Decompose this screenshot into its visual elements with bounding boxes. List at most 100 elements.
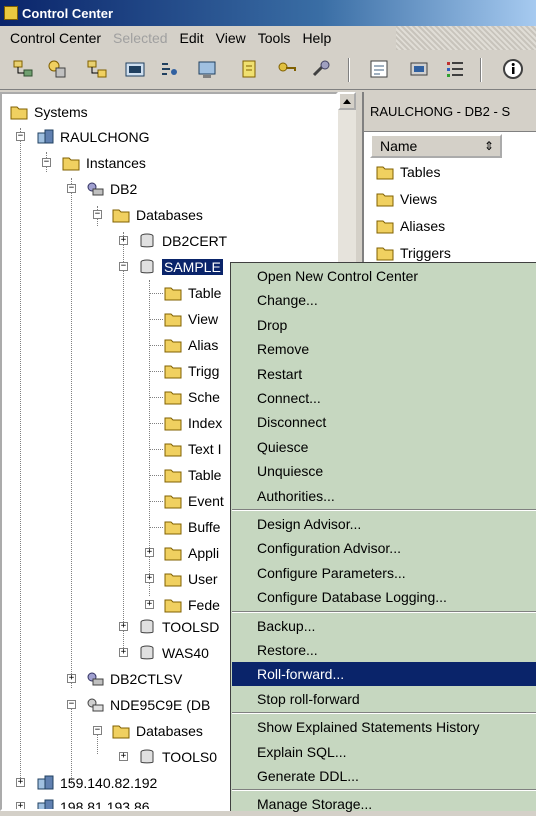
context-menu-item[interactable]: Open New Control Center — [232, 264, 536, 288]
expand-toggle[interactable]: + — [119, 236, 128, 245]
instances-icon[interactable] — [46, 58, 68, 80]
menu-help[interactable]: Help — [296, 30, 337, 46]
tree-node-raulchong[interactable]: RAULCHONG — [36, 125, 149, 149]
tree-node-db2[interactable]: DB2 — [86, 177, 137, 201]
tree-node-tools0[interactable]: TOOLS0 — [138, 745, 217, 769]
window-title-bar[interactable]: Control Center — [0, 0, 536, 26]
expand-toggle[interactable]: + — [16, 802, 25, 809]
tree-label: Table — [188, 285, 222, 301]
expand-toggle[interactable]: + — [145, 600, 154, 609]
column-header-name[interactable]: Name ⇕ — [370, 134, 502, 158]
context-menu-item[interactable]: Configure Parameters... — [232, 561, 536, 585]
context-menu-item[interactable]: Stop roll-forward — [232, 687, 536, 711]
replication-icon[interactable] — [368, 58, 390, 80]
context-menu-item[interactable]: Generate DDL... — [232, 764, 536, 788]
context-menu-item[interactable]: Configure Database Logging... — [232, 585, 536, 609]
tree-label: Text I — [188, 441, 222, 457]
list-item[interactable]: Tables — [364, 158, 536, 185]
tree-node-instances[interactable]: Instances — [62, 151, 146, 175]
list-item[interactable]: Views — [364, 185, 536, 212]
context-menu-item[interactable]: Unquiesce — [232, 459, 536, 483]
list-item[interactable]: Aliases — [364, 212, 536, 239]
expand-toggle[interactable]: + — [145, 548, 154, 557]
script-center-icon[interactable] — [158, 58, 180, 80]
tree-node-databases[interactable]: Databases — [112, 203, 203, 227]
collapse-toggle[interactable]: − — [67, 184, 76, 193]
context-menu-item[interactable]: Configuration Advisor... — [232, 536, 536, 560]
tree-node-sample-child[interactable]: User — [164, 567, 218, 591]
command-center-icon[interactable] — [124, 58, 146, 80]
tree-node-sample-child[interactable]: Appli — [164, 541, 219, 565]
context-menu-item[interactable]: Quiesce — [232, 435, 536, 459]
context-menu-item[interactable]: Drop — [232, 313, 536, 337]
tree-node-db2ctlsv[interactable]: DB2CTLSV — [86, 667, 182, 691]
menu-tools[interactable]: Tools — [252, 30, 297, 46]
tree-node-databases-2[interactable]: Databases — [112, 719, 203, 743]
context-menu-item[interactable]: Design Advisor... — [232, 512, 536, 536]
collapse-toggle[interactable]: − — [93, 726, 102, 735]
tree-node-sample-child[interactable]: View — [164, 307, 218, 331]
tree-node-sample-child[interactable]: Sche — [164, 385, 220, 409]
tree-node-ip2[interactable]: 198.81.193.86 — [36, 795, 150, 809]
collapse-toggle[interactable]: − — [16, 132, 25, 141]
collapse-toggle[interactable]: − — [119, 262, 128, 271]
health-center-icon[interactable] — [408, 58, 430, 80]
system-icon — [37, 775, 54, 790]
context-menu-item[interactable]: Remove — [232, 337, 536, 361]
context-menu-item[interactable]: Roll-forward... — [232, 662, 536, 687]
expand-toggle[interactable]: + — [16, 778, 25, 787]
menu-view[interactable]: View — [210, 30, 252, 46]
menu-selected[interactable]: Selected — [107, 30, 173, 46]
task-center-icon[interactable] — [196, 58, 218, 80]
context-menu-item[interactable]: Disconnect — [232, 410, 536, 434]
context-menu-item[interactable]: Manage Storage... — [232, 792, 536, 816]
tree-node-sample-child[interactable]: Table — [164, 281, 221, 305]
tree-node-sample-child[interactable]: Index — [164, 411, 222, 435]
collapse-toggle[interactable]: − — [67, 700, 76, 709]
context-menu-item[interactable]: Connect... — [232, 386, 536, 410]
expand-toggle[interactable]: + — [119, 622, 128, 631]
collapse-toggle[interactable]: − — [93, 210, 102, 219]
license-center-icon[interactable] — [276, 58, 298, 80]
tree-node-ws840[interactable]: WAS40 — [138, 641, 209, 665]
expand-toggle[interactable]: + — [145, 574, 154, 583]
folder-icon — [376, 193, 394, 206]
info-icon[interactable] — [502, 58, 524, 80]
context-menu: Open New Control Center Change... Drop Remo… — [230, 262, 536, 812]
tree-node-toolsd[interactable]: TOOLSD — [138, 615, 219, 639]
menu-edit[interactable]: Edit — [174, 30, 210, 46]
expand-toggle[interactable]: + — [119, 752, 128, 761]
tree-label: Alias — [188, 337, 219, 353]
list-icon[interactable] — [444, 58, 466, 80]
tree-node-sample-child[interactable]: Table — [164, 463, 221, 487]
tree-node-systems[interactable]: Systems — [10, 100, 88, 124]
expand-toggle[interactable]: + — [119, 648, 128, 657]
tree-node-sample-child[interactable]: Trigg — [164, 359, 219, 383]
context-menu-item[interactable]: Explain SQL... — [232, 740, 536, 764]
tree-label: Buffe — [188, 519, 221, 535]
tree-node-sample-child[interactable]: Alias — [164, 333, 218, 357]
context-menu-item[interactable]: Change... — [232, 288, 536, 312]
databases-icon[interactable] — [86, 58, 108, 80]
collapse-toggle[interactable]: − — [42, 158, 51, 167]
scroll-up-arrow-icon[interactable] — [338, 92, 356, 110]
tools-settings-icon[interactable] — [310, 58, 332, 80]
expand-toggle[interactable]: + — [67, 674, 76, 683]
context-menu-item[interactable]: Restart — [232, 362, 536, 386]
tree-node-sample-child[interactable]: Buffe — [164, 515, 220, 539]
list-item-label: Tables — [400, 163, 441, 180]
tree-node-sample-child[interactable]: Text I — [164, 437, 221, 461]
tree-node-nde[interactable]: NDE95C9E (DB — [86, 693, 210, 717]
tree-node-sample[interactable]: SAMPLE — [138, 255, 223, 279]
tree-node-ip1[interactable]: 159.140.82.192 — [36, 771, 157, 795]
tree-node-db2cert[interactable]: DB2CERT — [138, 229, 227, 253]
menu-control-center[interactable]: Control Center — [4, 30, 107, 46]
journal-icon[interactable] — [238, 58, 260, 80]
tree-node-sample-child[interactable]: Event — [164, 489, 224, 513]
systems-icon[interactable] — [12, 58, 34, 80]
context-menu-item[interactable]: Show Explained Statements History — [232, 715, 536, 739]
context-menu-item[interactable]: Authorities... — [232, 484, 536, 508]
context-menu-item[interactable]: Restore... — [232, 638, 536, 662]
tree-node-sample-child[interactable]: Fede — [164, 593, 220, 617]
context-menu-item[interactable]: Backup... — [232, 614, 536, 638]
